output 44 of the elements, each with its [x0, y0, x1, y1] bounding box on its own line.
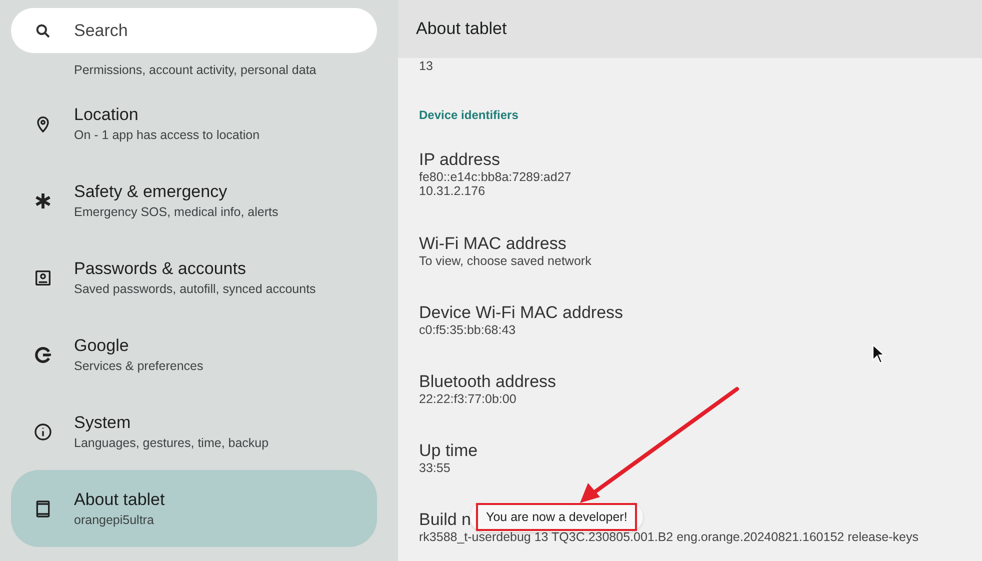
item-title: Location	[74, 104, 140, 126]
item-summary: orangepi5ultra	[74, 512, 155, 528]
pref-summary: rk3588_t-userdebug 13 TQ3C.230805.001.B2 eng.orange.20240821.160152 release-keys	[419, 530, 918, 544]
settings-item[interactable]: System Languages, gestures, time, backup	[11, 393, 377, 470]
settings-item[interactable]: Location On - 1 app has access to location	[11, 85, 377, 162]
settings-item[interactable]: Safety & emergency Emergency SOS, medical info, alerts	[11, 162, 377, 239]
pref-title: Wi-Fi MAC address	[419, 233, 566, 254]
pref-summary: To view, choose saved network	[419, 254, 592, 268]
settings-item[interactable]: Google Services & preferences	[11, 316, 377, 393]
item-title: Google	[74, 334, 130, 356]
page-title: About tablet	[416, 18, 507, 40]
item-title: Safety & emergency	[74, 180, 228, 202]
pref-title: Build n	[419, 509, 471, 530]
pref-summary: fe80::e14c:bb8a:7289:ad27	[419, 170, 572, 184]
toast-message: You are now a developer!	[476, 503, 638, 531]
asterisk-icon	[33, 190, 53, 210]
pref-summary: 10.31.2.176	[419, 184, 486, 198]
item-summary: Services & preferences	[74, 358, 204, 374]
item-title: About tablet	[74, 488, 165, 510]
pref-title: Device Wi-Fi MAC address	[419, 302, 624, 323]
pref-title: IP address	[419, 148, 500, 170]
pref-title: Up time	[419, 440, 478, 461]
pref-summary: 13	[419, 58, 434, 74]
search-icon	[35, 23, 51, 39]
item-summary: Languages, gestures, time, backup	[74, 434, 269, 452]
item-title: Passwords & accounts	[74, 258, 247, 280]
info-icon	[33, 422, 53, 442]
settings-item[interactable]: Passwords & accounts Saved passwords, autofill, synced accounts	[11, 239, 377, 316]
item-title: System	[74, 412, 132, 434]
settings-item[interactable]: About tablet orangepi5ultra	[11, 470, 377, 547]
item-summary: Permissions, account activity, personal data	[74, 62, 316, 79]
pref-title: Bluetooth address	[419, 371, 556, 392]
section-header: Device identifiers	[419, 108, 518, 122]
search-field[interactable]: Search	[11, 8, 377, 53]
item-summary: Emergency SOS, medical info, alerts	[74, 204, 278, 220]
pref-summary: c0:f5:35:bb:68:43	[419, 323, 516, 337]
pref-summary: 22:22:f3:77:0b:00	[419, 392, 516, 406]
account-box-icon	[33, 268, 53, 288]
mouse-pointer-icon	[872, 344, 886, 364]
settings-item[interactable]: Permissions, account activity, personal data	[11, 55, 377, 85]
google-g-icon	[33, 344, 53, 364]
item-summary: Saved passwords, autofill, synced accounts	[74, 280, 316, 298]
item-summary: On - 1 app has access to location	[74, 126, 260, 144]
pref-summary: 33:55	[419, 461, 450, 475]
